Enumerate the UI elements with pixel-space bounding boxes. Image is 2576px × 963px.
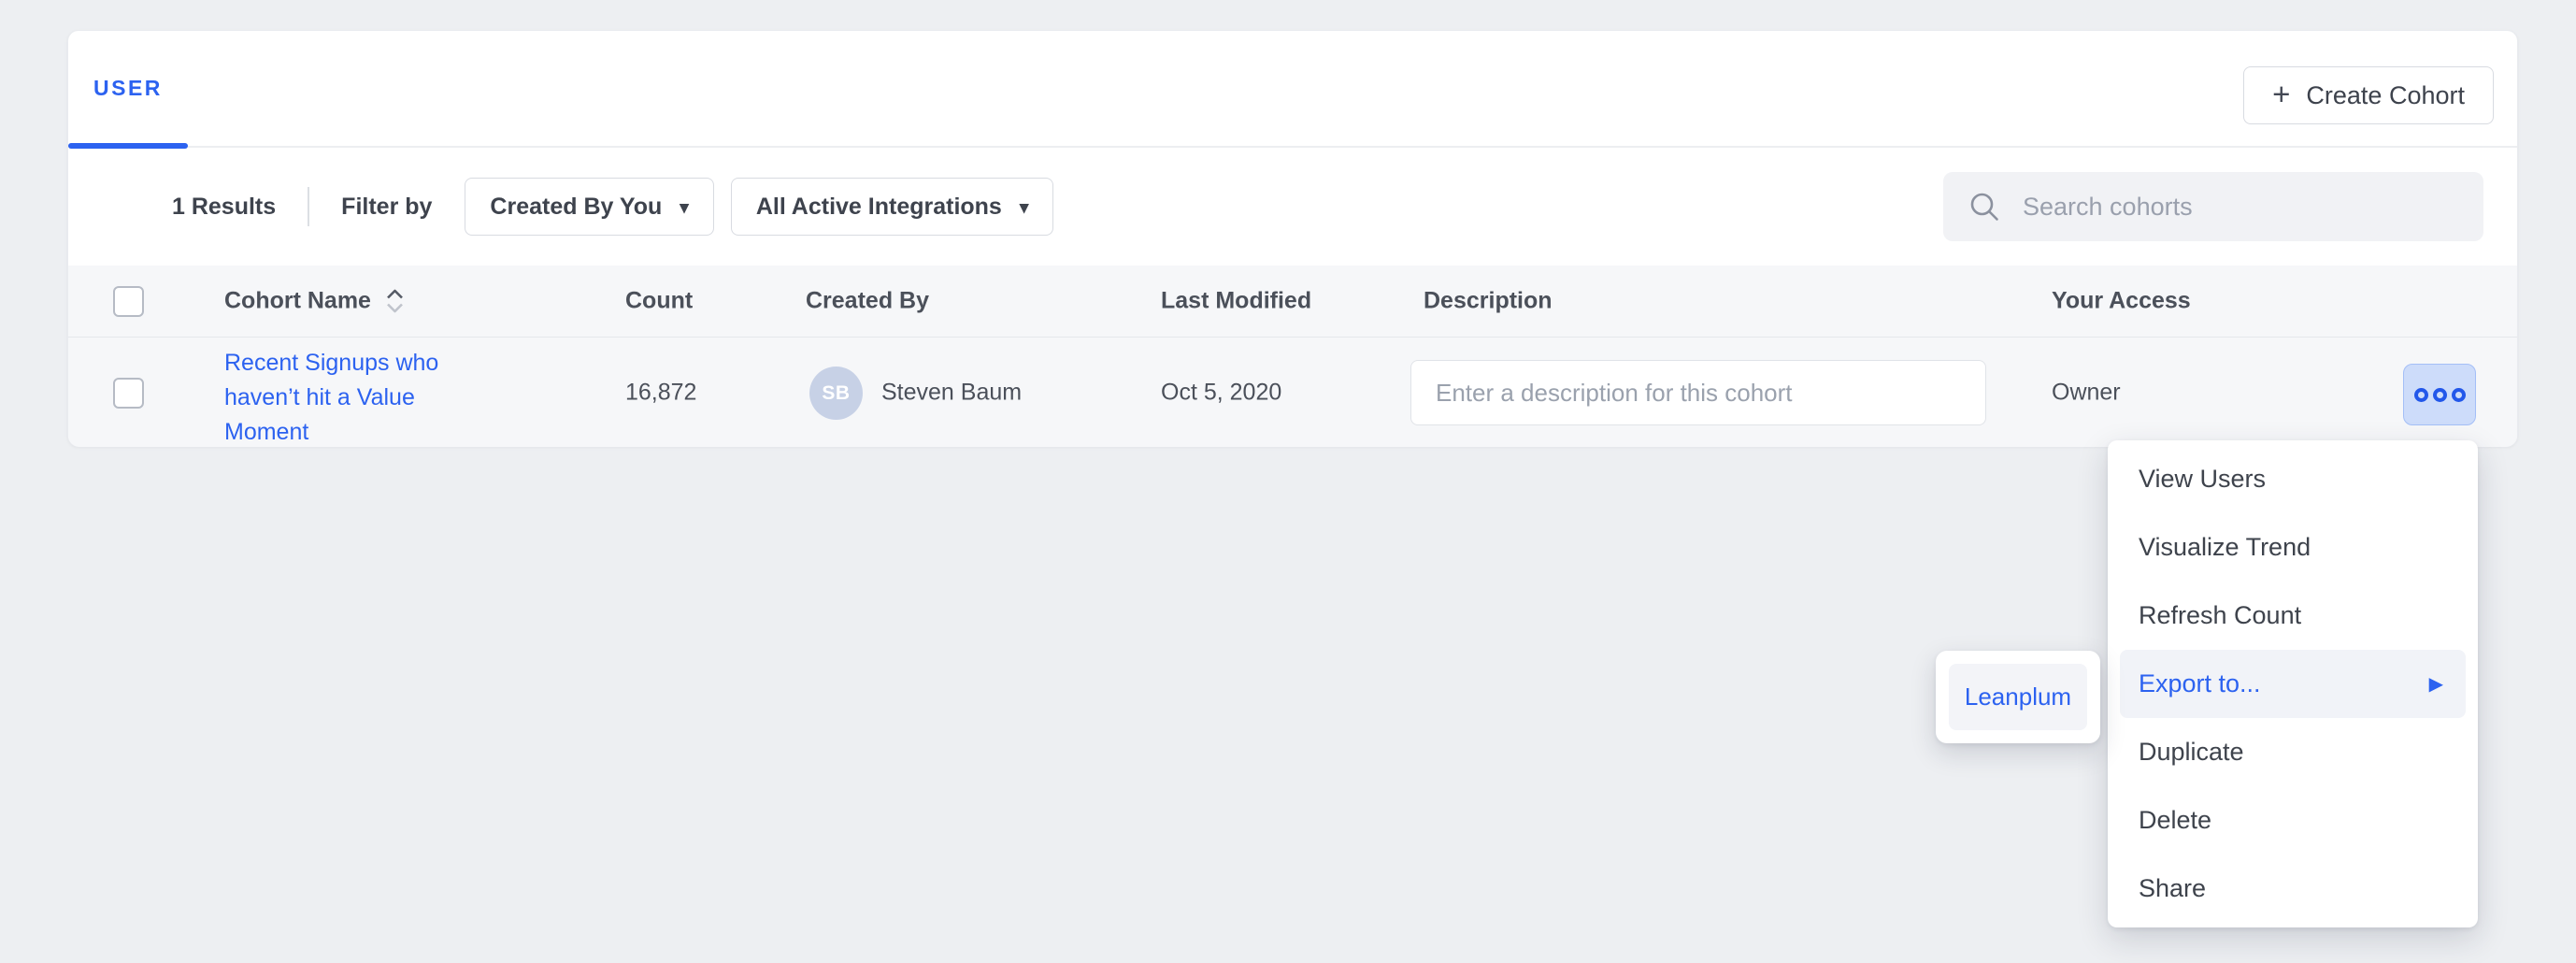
plus-icon: + xyxy=(2272,79,2290,109)
cohort-count: 16,872 xyxy=(625,379,696,406)
your-access-column-header: Your Access xyxy=(2052,288,2191,315)
caret-down-icon: ▾ xyxy=(1020,197,1029,219)
row-actions-menu: View Users Visualize Trend Refresh Count… xyxy=(2108,440,2478,927)
avatar: SB xyxy=(809,367,863,420)
last-modified-date: Oct 5, 2020 xyxy=(1161,379,1281,406)
results-count: 1 Results xyxy=(172,194,276,221)
create-cohort-label: Create Cohort xyxy=(2306,81,2465,110)
create-cohort-button[interactable]: + Create Cohort xyxy=(2243,66,2494,124)
tab-user-label: USER xyxy=(93,76,163,101)
search-box[interactable] xyxy=(1943,172,2483,241)
count-column-header: Count xyxy=(625,288,693,315)
cohort-name-link[interactable]: Recent Signups who haven’t hit a Value M… xyxy=(224,346,479,450)
description-column-header: Description xyxy=(1424,288,1553,315)
integrations-filter-value: All Active Integrations xyxy=(756,194,1002,221)
ellipsis-icon xyxy=(2414,388,2428,402)
menu-item-duplicate[interactable]: Duplicate xyxy=(2108,718,2478,786)
menu-item-export-to-label: Export to... xyxy=(2139,669,2261,698)
vertical-divider xyxy=(308,187,309,226)
active-tab-underline xyxy=(68,143,188,149)
table-row: Recent Signups who haven’t hit a Value M… xyxy=(68,337,2517,447)
menu-item-delete[interactable]: Delete xyxy=(2108,786,2478,855)
ellipsis-icon xyxy=(2433,388,2447,402)
created-by-name: Steven Baum xyxy=(881,379,1022,406)
tab-user[interactable]: USER xyxy=(68,31,188,146)
more-actions-button[interactable] xyxy=(2403,364,2476,425)
menu-item-share[interactable]: Share xyxy=(2108,855,2478,923)
sort-icon xyxy=(383,287,407,316)
created-by-filter-dropdown[interactable]: Created By You ▾ xyxy=(465,178,713,236)
table-header: Cohort Name Count Created By Last Modifi… xyxy=(68,266,2517,337)
tab-bar: USER + Create Cohort xyxy=(68,31,2517,148)
export-submenu: Leanplum xyxy=(1936,651,2100,743)
description-input[interactable] xyxy=(1410,360,1986,425)
menu-item-visualize-trend[interactable]: Visualize Trend xyxy=(2108,513,2478,582)
filter-by-label: Filter by xyxy=(341,194,432,221)
submenu-item-leanplum[interactable]: Leanplum xyxy=(1949,664,2087,730)
cohorts-panel: USER + Create Cohort 1 Results Filter by… xyxy=(67,30,2518,447)
created-by-column-header: Created By xyxy=(806,288,929,315)
select-all-checkbox[interactable] xyxy=(113,286,144,317)
menu-item-view-users[interactable]: View Users xyxy=(2108,445,2478,513)
cohort-name-column-header[interactable]: Cohort Name xyxy=(224,287,407,316)
avatar-initials: SB xyxy=(822,382,850,405)
caret-down-icon: ▾ xyxy=(680,197,689,219)
menu-item-export-to[interactable]: Export to... ▶ xyxy=(2120,650,2466,718)
access-level: Owner xyxy=(2052,379,2121,406)
search-icon xyxy=(1968,190,2002,224)
row-checkbox[interactable] xyxy=(113,378,144,409)
submenu-arrow-icon: ▶ xyxy=(2429,672,2443,696)
menu-item-refresh-count[interactable]: Refresh Count xyxy=(2108,582,2478,650)
integrations-filter-dropdown[interactable]: All Active Integrations ▾ xyxy=(731,178,1054,236)
created-by-filter-value: Created By You xyxy=(490,194,662,221)
ellipsis-icon xyxy=(2452,388,2466,402)
search-input[interactable] xyxy=(2023,193,2459,222)
last-modified-column-header: Last Modified xyxy=(1161,288,1311,315)
cohort-name-header-label: Cohort Name xyxy=(224,288,371,315)
